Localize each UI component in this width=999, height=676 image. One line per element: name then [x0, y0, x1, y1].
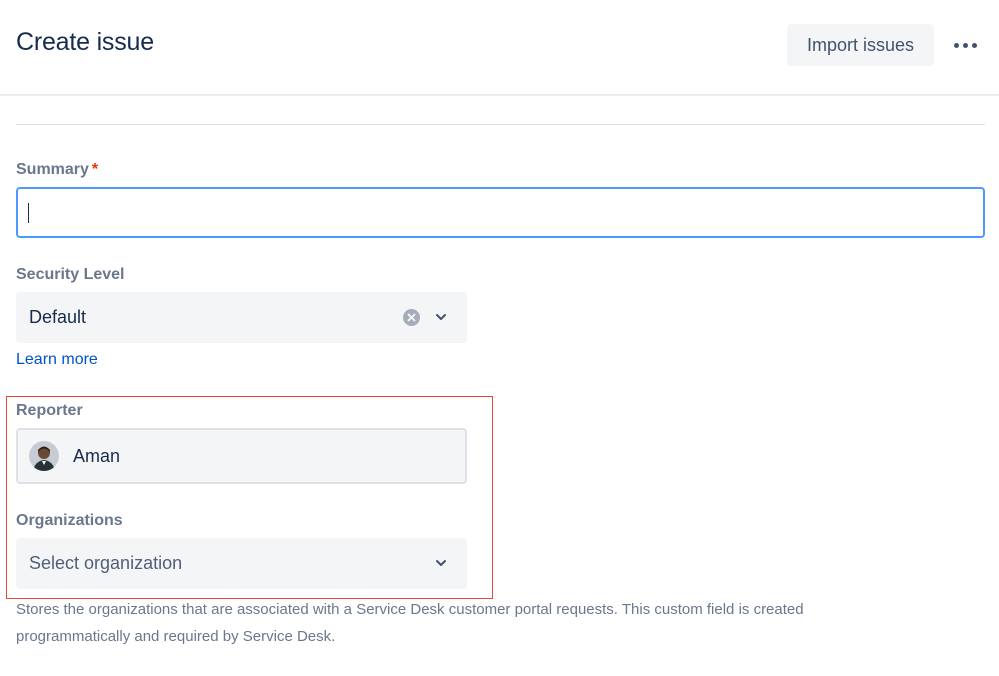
chevron-down-icon[interactable] [434, 556, 448, 570]
learn-more-link[interactable]: Learn more [16, 351, 98, 369]
dot [971, 42, 977, 48]
organizations-placeholder: Select organization [29, 553, 183, 573]
reporter-field[interactable]: Aman [16, 428, 467, 484]
organizations-helper-text: Stores the organizations that are associ… [16, 601, 804, 645]
header: Create issue Import issues [0, 0, 999, 96]
organizations-select[interactable]: Select organization [16, 538, 467, 589]
organizations-label: Organizations [16, 512, 123, 529]
dot [953, 42, 959, 48]
clear-icon[interactable] [403, 309, 420, 326]
security-level-select[interactable]: Default [16, 292, 467, 343]
avatar [29, 441, 59, 471]
more-icon[interactable] [944, 28, 986, 62]
import-issues-button[interactable]: Import issues [787, 24, 934, 66]
security-level-label: Security Level [16, 266, 125, 283]
summary-label-text: Summary [16, 161, 89, 178]
chevron-down-icon[interactable] [434, 310, 448, 324]
reporter-name: Aman [73, 445, 121, 466]
divider [16, 124, 985, 125]
page-title: Create issue [16, 28, 154, 56]
dot [962, 42, 968, 48]
required-indicator: * [91, 161, 99, 178]
text-caret [28, 203, 29, 223]
summary-input[interactable] [16, 187, 985, 238]
summary-label: Summary * [16, 161, 98, 179]
security-level-value: Default [29, 307, 87, 327]
reporter-label: Reporter [16, 402, 83, 419]
